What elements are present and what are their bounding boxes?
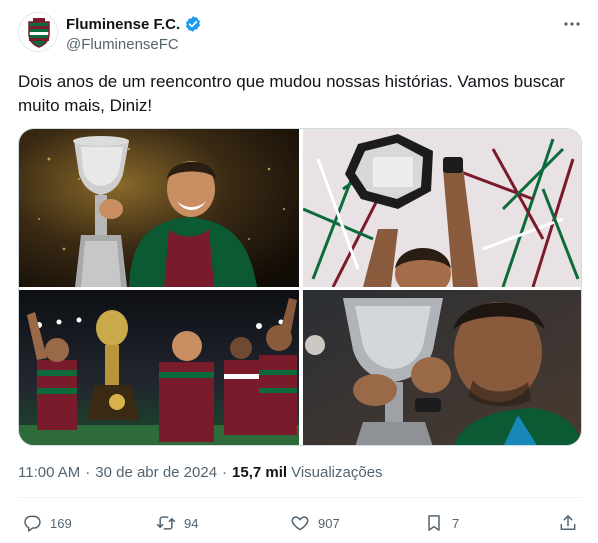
- tweet-meta: 11:00 AM · 30 de abr de 2024 · 15,7 mil …: [18, 464, 383, 481]
- account-names: Fluminense F.C. @FluminenseFC: [66, 14, 202, 53]
- divider: [18, 497, 582, 498]
- bookmark-button[interactable]: 7: [424, 508, 459, 538]
- tweet-header: Fluminense F.C. @FluminenseFC: [18, 12, 584, 56]
- more-options-button[interactable]: [560, 14, 584, 34]
- meta-separator: ·: [222, 464, 228, 481]
- bookmark-icon: [428, 515, 440, 531]
- retweet-icon: [156, 516, 176, 530]
- tweet-time[interactable]: 11:00 AM: [18, 464, 80, 481]
- views-label[interactable]: Visualizações: [291, 464, 382, 481]
- tweet-card: Fluminense F.C. @FluminenseFC Dois anos …: [0, 0, 598, 543]
- action-bar: 169 94 907 7: [18, 508, 582, 538]
- media-grid: [18, 128, 582, 446]
- like-button[interactable]: 907: [290, 508, 340, 538]
- retweet-button[interactable]: 94: [156, 508, 198, 538]
- meta-separator: ·: [85, 464, 91, 481]
- avatar[interactable]: [18, 12, 58, 52]
- share-button[interactable]: [558, 508, 578, 538]
- bookmark-count: 7: [452, 515, 460, 531]
- display-name[interactable]: Fluminense F.C.: [66, 16, 180, 33]
- reply-button[interactable]: 169: [22, 508, 72, 538]
- photo-coach-kissing-trophy[interactable]: [303, 290, 581, 445]
- photo-trophy-confetti[interactable]: [303, 129, 581, 287]
- tweet-date[interactable]: 30 de abr de 2024: [95, 464, 217, 481]
- club-crest-icon: [19, 13, 57, 51]
- reply-icon: [24, 515, 41, 532]
- like-icon: [291, 516, 309, 531]
- views-count[interactable]: 15,7 mil: [232, 464, 287, 481]
- tweet-text: Dois anos de um reencontro que mudou nos…: [18, 72, 565, 115]
- share-icon: [560, 515, 576, 530]
- like-count: 907: [318, 515, 340, 531]
- retweet-count: 94: [184, 515, 199, 531]
- photo-team-celebrating[interactable]: [19, 290, 299, 445]
- photo-coach-trophy[interactable]: [19, 129, 299, 287]
- reply-count: 169: [50, 515, 72, 531]
- verified-badge-icon: [186, 16, 201, 32]
- more-icon: [564, 22, 580, 26]
- account-handle[interactable]: @FluminenseFC: [66, 36, 202, 53]
